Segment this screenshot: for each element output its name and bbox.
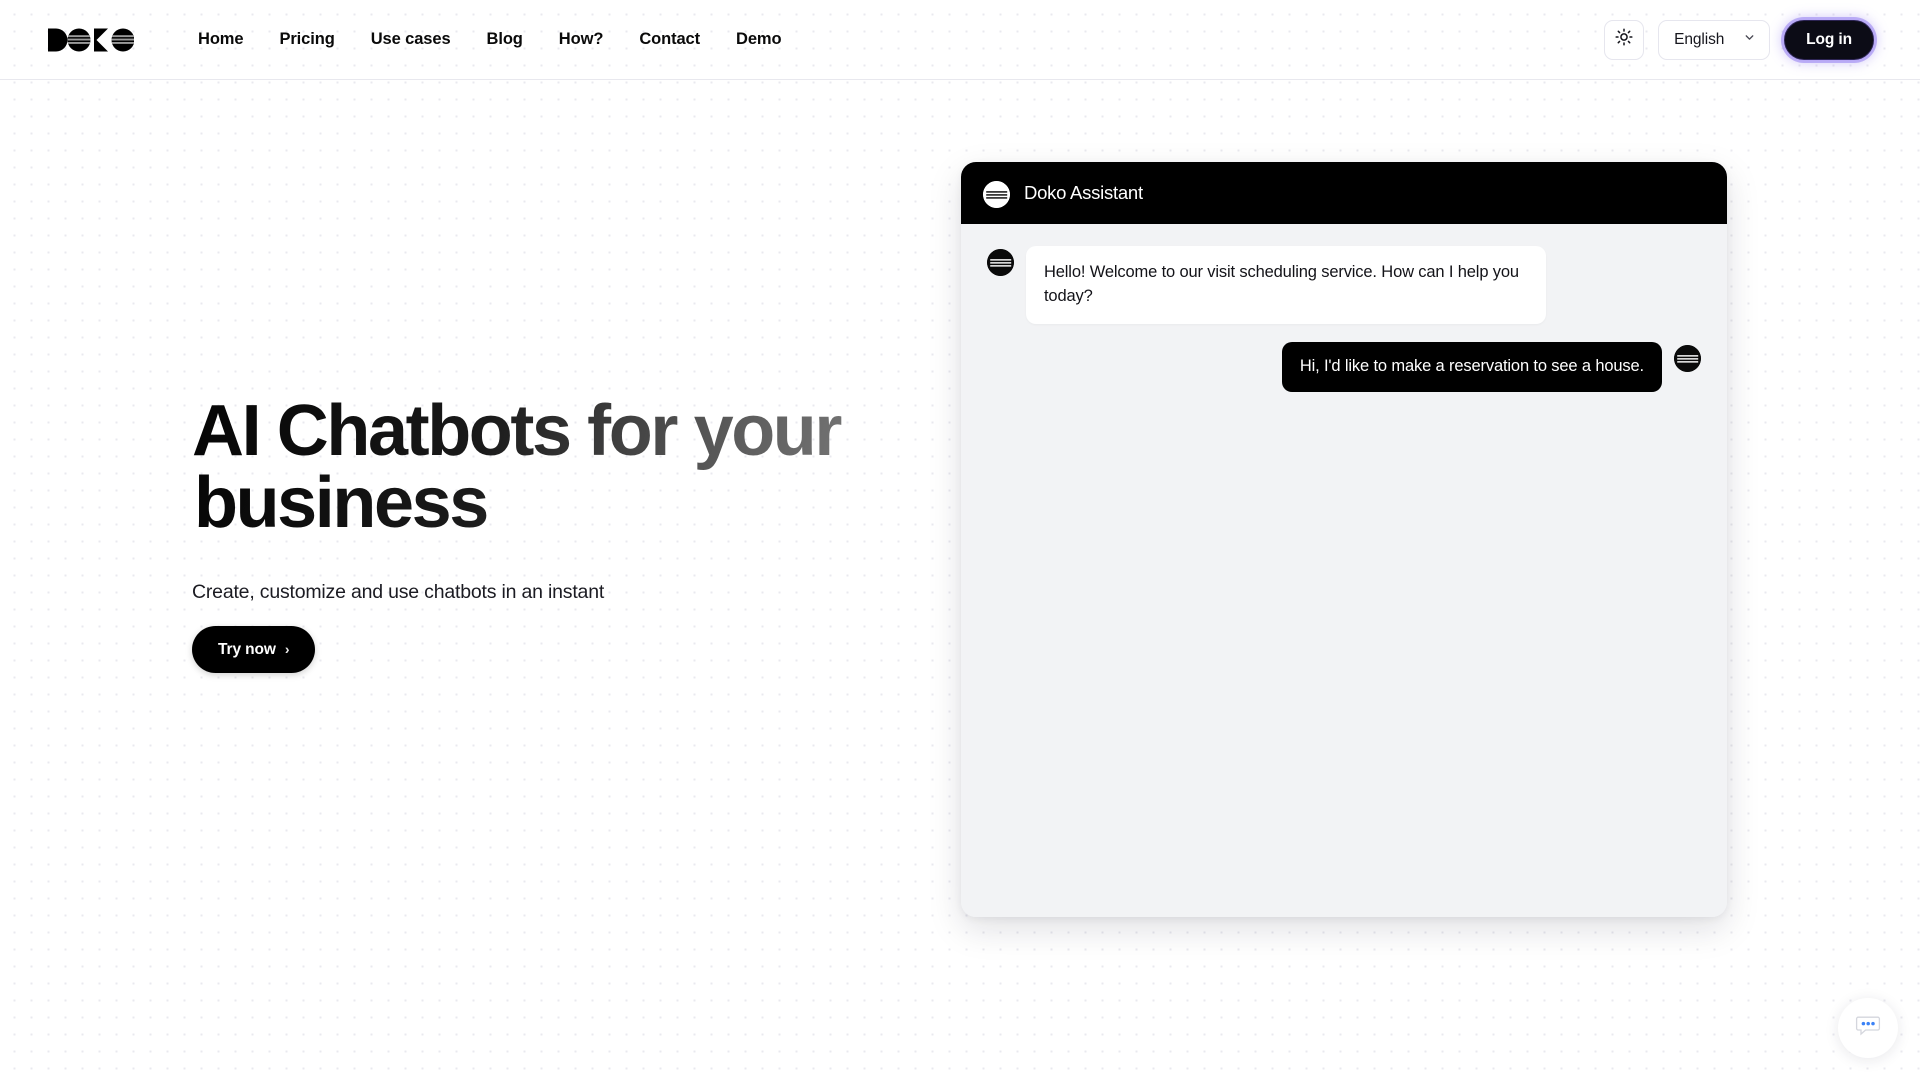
- nav-item-demo[interactable]: Demo: [718, 22, 799, 57]
- chat-message-user: Hi, I'd like to make a reservation to se…: [987, 341, 1701, 392]
- chat-widget: Doko Assistant Hello! Welcome to our vis…: [961, 162, 1727, 917]
- doko-logo-icon: [46, 23, 134, 57]
- nav-item-home[interactable]: Home: [180, 22, 261, 57]
- hero-section: AI Chatbots for your business Create, cu…: [192, 395, 952, 673]
- chevron-down-icon: [1743, 31, 1756, 49]
- nav-item-how[interactable]: How?: [541, 22, 622, 57]
- nav-item-contact[interactable]: Contact: [621, 22, 718, 57]
- primary-navigation: Home Pricing Use cases Blog How? Contact…: [180, 22, 799, 57]
- hero-subtitle: Create, customize and use chatbots in an…: [192, 581, 605, 603]
- chat-widget-header: Doko Assistant: [961, 162, 1727, 224]
- hero-title-line-1: AI Chatbots for your: [192, 391, 840, 471]
- nav-item-pricing[interactable]: Pricing: [261, 22, 352, 57]
- bot-message-avatar-icon: [987, 249, 1014, 276]
- assistant-avatar-icon: [983, 181, 1010, 208]
- hero-title-line-2: business: [194, 463, 487, 543]
- chat-widget-title: Doko Assistant: [1024, 182, 1143, 203]
- chat-message-bot: Hello! Welcome to our visit scheduling s…: [987, 246, 1701, 324]
- sun-icon: [1615, 28, 1633, 51]
- try-now-label: Try now: [218, 640, 276, 658]
- site-header: Home Pricing Use cases Blog How? Contact…: [0, 0, 1920, 80]
- nav-item-use-cases[interactable]: Use cases: [353, 22, 469, 57]
- chevron-right-icon: ›: [284, 641, 290, 657]
- language-select-value: English: [1674, 30, 1725, 48]
- chat-bubble-user: Hi, I'd like to make a reservation to se…: [1281, 341, 1662, 392]
- chat-bubble-icon: [1855, 1013, 1881, 1044]
- try-now-button[interactable]: Try now ›: [192, 626, 316, 673]
- login-button[interactable]: Log in: [1784, 19, 1874, 60]
- theme-toggle-button[interactable]: [1604, 19, 1645, 60]
- brand-logo[interactable]: [46, 20, 134, 60]
- header-actions: English Log in: [1604, 19, 1874, 60]
- chat-message-list[interactable]: Hello! Welcome to our visit scheduling s…: [961, 224, 1727, 917]
- nav-item-blog[interactable]: Blog: [469, 22, 541, 57]
- chat-bubble-bot: Hello! Welcome to our visit scheduling s…: [1026, 246, 1546, 324]
- hero-title: AI Chatbots for your business: [192, 395, 952, 539]
- language-select[interactable]: English: [1658, 19, 1771, 60]
- chat-launcher-button[interactable]: [1838, 998, 1898, 1058]
- user-message-avatar-icon: [1674, 344, 1701, 372]
